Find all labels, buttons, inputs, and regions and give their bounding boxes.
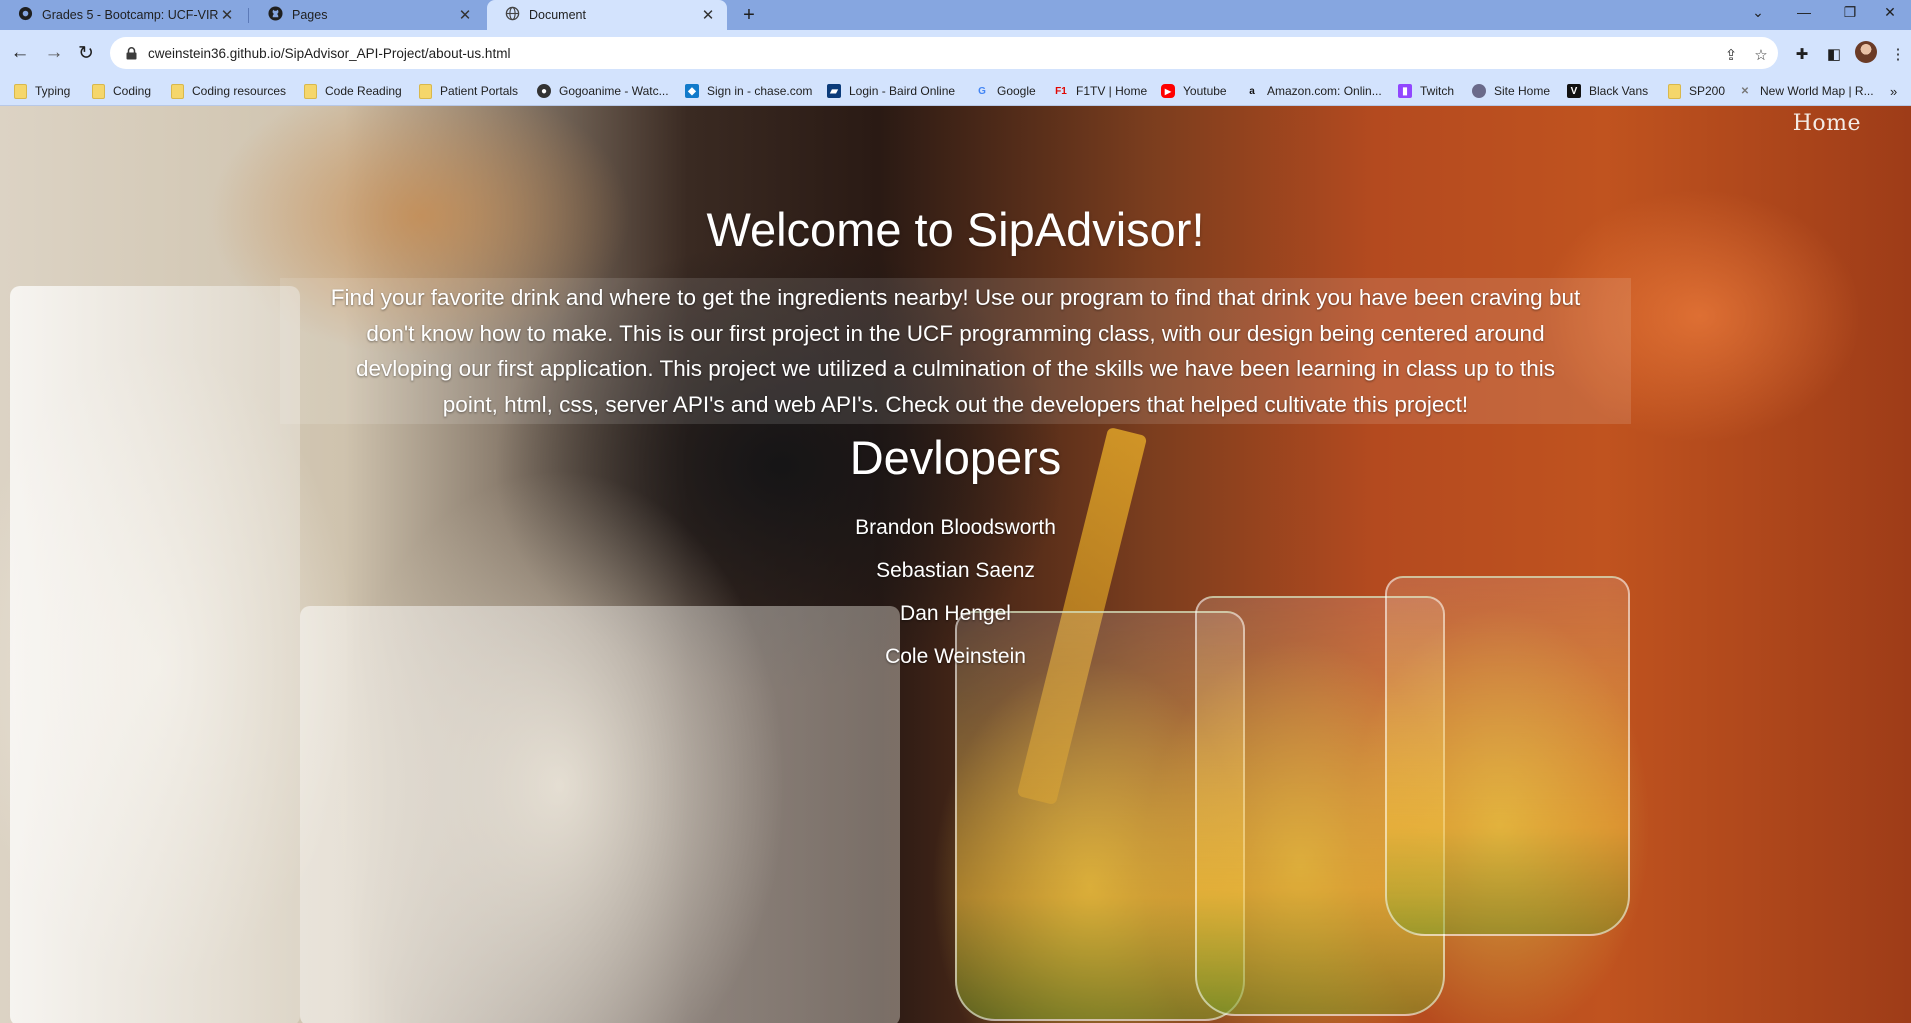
youtube-icon: ▶ [1161, 84, 1175, 98]
tab-title: Document [529, 8, 586, 22]
globe-icon [505, 6, 520, 24]
bookmarks-overflow-button[interactable]: » [1890, 76, 1897, 106]
developer-name: Dan Hengel [900, 602, 1011, 625]
chase-icon: ◆ [685, 84, 699, 98]
bookmark-label: Site Home [1494, 84, 1551, 98]
close-window-icon[interactable]: ✕ [1867, 0, 1911, 24]
close-icon[interactable]: ✕ [699, 6, 717, 24]
bookmark-label: New World Map | R... [1760, 84, 1874, 98]
f1-icon: F1 [1055, 85, 1067, 97]
about-line: devloping our first application. This pr… [356, 356, 1555, 381]
bookmark-amazon[interactable]: a Amazon.com: Onlin... [1245, 76, 1382, 106]
bookmark-star-icon[interactable]: ☆ [1750, 44, 1772, 66]
bookmark-label: Twitch [1420, 84, 1455, 98]
side-panel-icon[interactable]: ◧ [1823, 43, 1845, 65]
bookmark-label: Youtube [1183, 84, 1227, 98]
tab-separator [248, 8, 249, 23]
bookmark-patient-portals[interactable]: Patient Portals [419, 76, 518, 106]
bookmark-label: Sign in - chase.com [707, 84, 813, 98]
bookmark-label: Google [997, 84, 1036, 98]
bookmark-label: SP200 [1689, 84, 1726, 98]
site-home-icon [1472, 84, 1486, 98]
bookmarks-bar: Typing Coding Coding resources Code Read… [0, 76, 1911, 106]
developer-name: Brandon Bloodsworth [855, 516, 1056, 539]
amazon-icon: a [1249, 85, 1255, 97]
bookmark-label: F1TV | Home [1076, 84, 1148, 98]
developer-name: Sebastian Saenz [876, 559, 1035, 582]
about-line: don't know how to make. This is our firs… [366, 320, 1545, 346]
folder-icon [92, 83, 105, 99]
reload-icon[interactable]: ↻ [72, 39, 100, 67]
folder-icon [304, 83, 317, 99]
canvas-icon [18, 6, 33, 24]
tab-document[interactable]: Document ✕ [487, 0, 727, 30]
bookmark-label: Login - Baird Online [849, 84, 956, 98]
lock-icon[interactable] [124, 46, 138, 60]
toolbar: ← → ↻ cweinstein36.github.io/SipAdvisor_… [0, 30, 1911, 76]
developers-list: Brandon Bloodsworth Sebastian Saenz Dan … [0, 506, 1911, 678]
bookmark-chase[interactable]: ◆ Sign in - chase.com [685, 76, 812, 106]
bookmark-typing[interactable]: Typing [14, 76, 70, 106]
about-line: Find your favorite drink and where to ge… [330, 285, 1581, 310]
menu-icon[interactable]: ⋮ [1887, 43, 1909, 65]
folder-icon [14, 83, 27, 99]
bookmark-code-reading[interactable]: Code Reading [304, 76, 402, 106]
bookmark-label: Patient Portals [440, 84, 519, 98]
bookmark-label: Code Reading [325, 84, 402, 98]
bookmark-google[interactable]: G Google [975, 76, 1036, 106]
avatar[interactable] [1855, 41, 1877, 63]
bookmark-coding-resources[interactable]: Coding resources [171, 76, 286, 106]
github-icon [268, 6, 283, 24]
extensions-icon[interactable]: ✚ [1791, 43, 1813, 65]
home-nav-link[interactable]: Home [1793, 111, 1861, 136]
bookmark-gogoanime[interactable]: ● Gogoanime - Watc... [537, 76, 669, 106]
folder-icon [419, 83, 432, 99]
twitch-icon: ▮ [1398, 84, 1412, 98]
address-bar[interactable]: cweinstein36.github.io/SipAdvisor_API-Pr… [110, 37, 1778, 69]
new-world-icon: ✕ [1740, 85, 1750, 97]
bookmark-label: Black Vans [1589, 84, 1649, 98]
developers-heading: Devlopers [849, 431, 1062, 484]
folder-icon [1668, 83, 1681, 99]
about-line: point, html, css, server API's and web A… [442, 391, 1469, 417]
bookmark-label: Coding [113, 84, 152, 98]
bookmark-coding[interactable]: Coding [92, 76, 151, 106]
bookmark-sp200[interactable]: SP200 [1668, 76, 1725, 106]
back-icon[interactable]: ← [6, 39, 34, 67]
close-icon[interactable]: ✕ [218, 6, 236, 24]
bookmark-label: Coding resources [192, 84, 287, 98]
bookmark-black-vans[interactable]: V Black Vans [1567, 76, 1648, 106]
minimize-icon[interactable]: — [1781, 0, 1827, 24]
google-icon: G [978, 85, 986, 97]
url-text: cweinstein36.github.io/SipAdvisor_API-Pr… [148, 45, 511, 61]
bookmark-label: Amazon.com: Onlin... [1267, 84, 1382, 98]
new-tab-icon[interactable]: + [738, 4, 760, 26]
bookmark-baird[interactable]: ▰ Login - Baird Online [827, 76, 955, 106]
share-icon[interactable]: ⇪ [1720, 44, 1742, 66]
page-viewport: Home Welcome to SipAdvisor! Find your fa… [0, 106, 1911, 1023]
close-icon[interactable]: ✕ [456, 6, 474, 24]
bookmark-label: Typing [35, 84, 71, 98]
about-paragraph: Find your favorite drink and where to ge… [280, 278, 1631, 424]
tab-grades[interactable]: Grades 5 - Bootcamp: UCF-VIRT ✕ [0, 0, 246, 30]
tab-strip: Grades 5 - Bootcamp: UCF-VIRT ✕ Pages ✕ … [0, 0, 1911, 30]
bookmark-site-home[interactable]: Site Home [1472, 76, 1550, 106]
bookmark-new-world-map[interactable]: ✕ New World Map | R... [1738, 76, 1874, 106]
bookmark-youtube[interactable]: ▶ Youtube [1161, 76, 1227, 106]
forward-icon[interactable]: → [40, 39, 68, 67]
tab-pages[interactable]: Pages ✕ [250, 0, 484, 30]
developer-name: Cole Weinstein [885, 645, 1026, 668]
bookmark-twitch[interactable]: ▮ Twitch [1398, 76, 1454, 106]
tab-title: Grades 5 - Bootcamp: UCF-VIRT [42, 8, 218, 22]
tab-title: Pages [292, 8, 328, 22]
tab-search-icon[interactable]: ⌄ [1735, 0, 1781, 24]
bookmark-f1tv[interactable]: F1 F1TV | Home [1054, 76, 1147, 106]
bookmark-label: Gogoanime - Watc... [559, 84, 669, 98]
page-title: Welcome to SipAdvisor! [706, 203, 1205, 256]
vans-icon: V [1567, 84, 1581, 98]
baird-icon: ▰ [827, 84, 841, 98]
folder-icon [171, 83, 184, 99]
gogoanime-icon: ● [537, 84, 551, 98]
